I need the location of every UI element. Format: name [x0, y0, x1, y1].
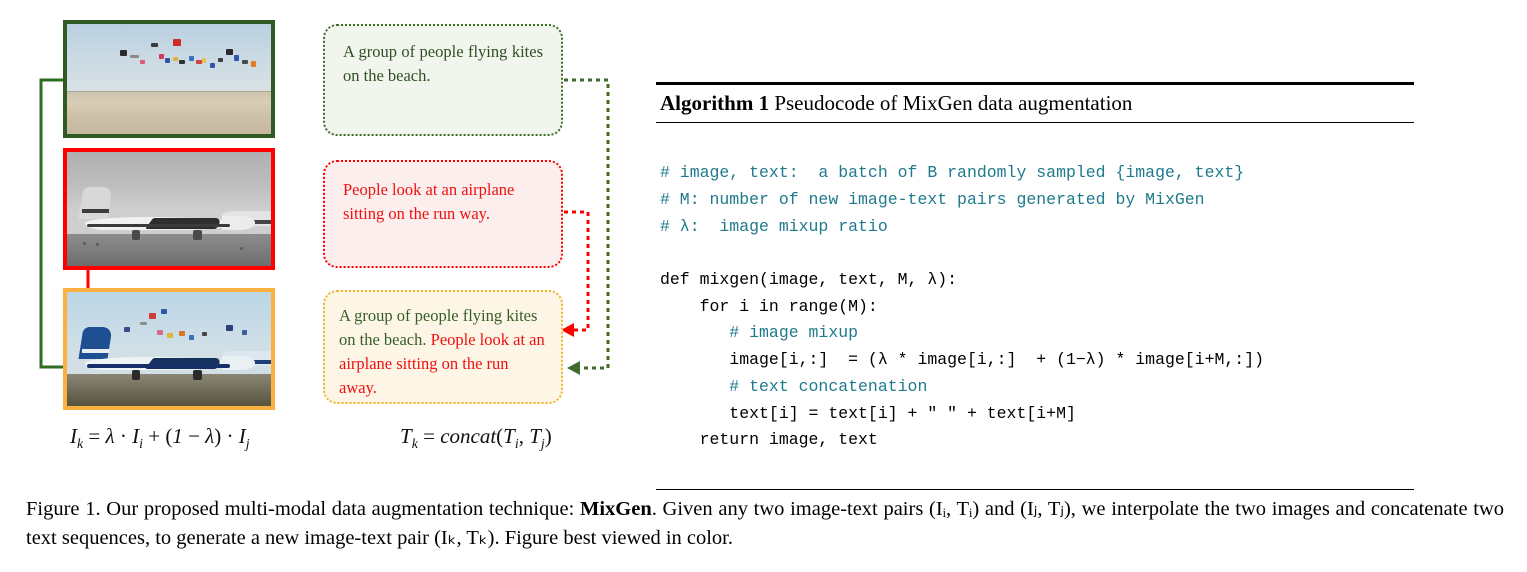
- mixed-photo[interactable]: [63, 288, 275, 410]
- airplane-nose: [222, 215, 255, 230]
- kite-icon: [189, 335, 195, 341]
- beach-kites-photo-content: [67, 24, 271, 134]
- airplane-stripe: [87, 363, 231, 368]
- kite-icon: [179, 60, 186, 65]
- kite-icon: [242, 60, 249, 65]
- code-line: def mixgen(image, text, M, λ):: [660, 269, 958, 289]
- kite-icon: [130, 54, 140, 58]
- kite-icon: [120, 50, 128, 57]
- code-line-comment: # text concatenation: [660, 376, 928, 396]
- caption-box-source-a[interactable]: A group of people flying kites on the be…: [323, 24, 563, 136]
- algorithm-title-text: Pseudocode of MixGen data augmentation: [769, 91, 1133, 115]
- beach-kites-photo[interactable]: [63, 20, 275, 138]
- caption-box-source-b[interactable]: People look at an airplane sitting on th…: [323, 160, 563, 268]
- code-line-comment: # image, text: a batch of B randomly sam…: [660, 163, 1245, 183]
- kite-icon: [140, 60, 146, 65]
- kite-icon: [158, 53, 164, 59]
- runway-region: [67, 374, 271, 406]
- kite-icon: [234, 54, 240, 61]
- code-line: text[i] = text[i] + " " + text[i+M]: [660, 403, 1076, 423]
- kite-icon: [209, 62, 215, 68]
- runway-region: [67, 234, 271, 266]
- airplane-tail: [78, 327, 113, 360]
- algorithm-bottom-rule: [656, 488, 1414, 491]
- kite-icon: [173, 39, 182, 47]
- airplane-tail-band: [82, 349, 109, 353]
- kite-icon: [242, 329, 248, 335]
- kite-icon: [124, 327, 131, 333]
- kite-icon: [189, 55, 195, 61]
- algorithm-code: # image, text: a batch of B randomly sam…: [656, 123, 1414, 488]
- algorithm-box: Algorithm 1 Pseudocode of MixGen data au…: [656, 82, 1414, 491]
- ground-detail: [95, 243, 99, 247]
- algorithm-label: Algorithm 1: [660, 91, 770, 115]
- code-line-comment: # M: number of new image-text pairs gene…: [660, 189, 1205, 209]
- image-mixup-formula: Ik = λ · Ii + (1 − λ) · Ij: [70, 424, 250, 452]
- kite-icon: [150, 42, 158, 47]
- kite-icon: [164, 58, 170, 64]
- airplane-landing-gear: [193, 229, 202, 240]
- code-line-comment: # λ: image mixup ratio: [660, 216, 888, 236]
- mixed-photo-content: [67, 292, 271, 406]
- right-connectors: [561, 78, 610, 375]
- kite-icon: [179, 330, 186, 336]
- kite-icon: [160, 309, 167, 315]
- left-diagram-panel: A group of people flying kites on the be…: [0, 0, 620, 480]
- kite-icon: [140, 321, 148, 325]
- airplane-stripe: [87, 223, 231, 228]
- kite-icon: [226, 49, 234, 56]
- kite-icon: [148, 312, 156, 319]
- kite-icon: [201, 58, 206, 64]
- algorithm-title: Algorithm 1 Pseudocode of MixGen data au…: [656, 85, 1414, 122]
- formula-row: Ik = λ · Ii + (1 − λ) · Ij Tk = concat(T…: [60, 420, 590, 462]
- airplane-tail-band: [82, 209, 109, 213]
- kite-icon: [173, 57, 179, 61]
- code-line: for i in range(M):: [660, 296, 878, 316]
- figure-caption-bold: MixGen: [579, 498, 652, 520]
- kite-icon: [226, 325, 234, 332]
- text-concat-formula: Tk = concat(Ti, Tj): [400, 424, 552, 452]
- figure-container: A group of people flying kites on the be…: [0, 0, 1527, 572]
- kite-icon: [217, 58, 223, 63]
- airplane-photo-content: [67, 152, 271, 266]
- kite-icon: [195, 60, 202, 65]
- caption-box-mixed[interactable]: A group of people flying kites on the be…: [323, 290, 563, 404]
- airplane-photo[interactable]: [63, 148, 275, 270]
- kite-icon: [156, 329, 163, 335]
- figure-caption: Figure 1. Our proposed multi-modal data …: [26, 495, 1504, 553]
- kite-icon: [201, 331, 207, 336]
- code-line-comment: # image mixup: [660, 323, 859, 343]
- kite-icon: [250, 61, 256, 68]
- airplane-landing-gear: [132, 229, 141, 240]
- figure-caption-part1: Figure 1. Our proposed multi-modal data …: [26, 498, 580, 520]
- airplane-landing-gear: [193, 369, 202, 380]
- code-line: image[i,:] = (λ * image[i,:] + (1−λ) * i…: [660, 350, 1264, 370]
- airplane-landing-gear: [132, 369, 141, 380]
- airplane-tail: [78, 187, 113, 220]
- sand-region: [67, 92, 271, 134]
- code-line: return image, text: [660, 430, 878, 450]
- kite-icon: [166, 333, 173, 339]
